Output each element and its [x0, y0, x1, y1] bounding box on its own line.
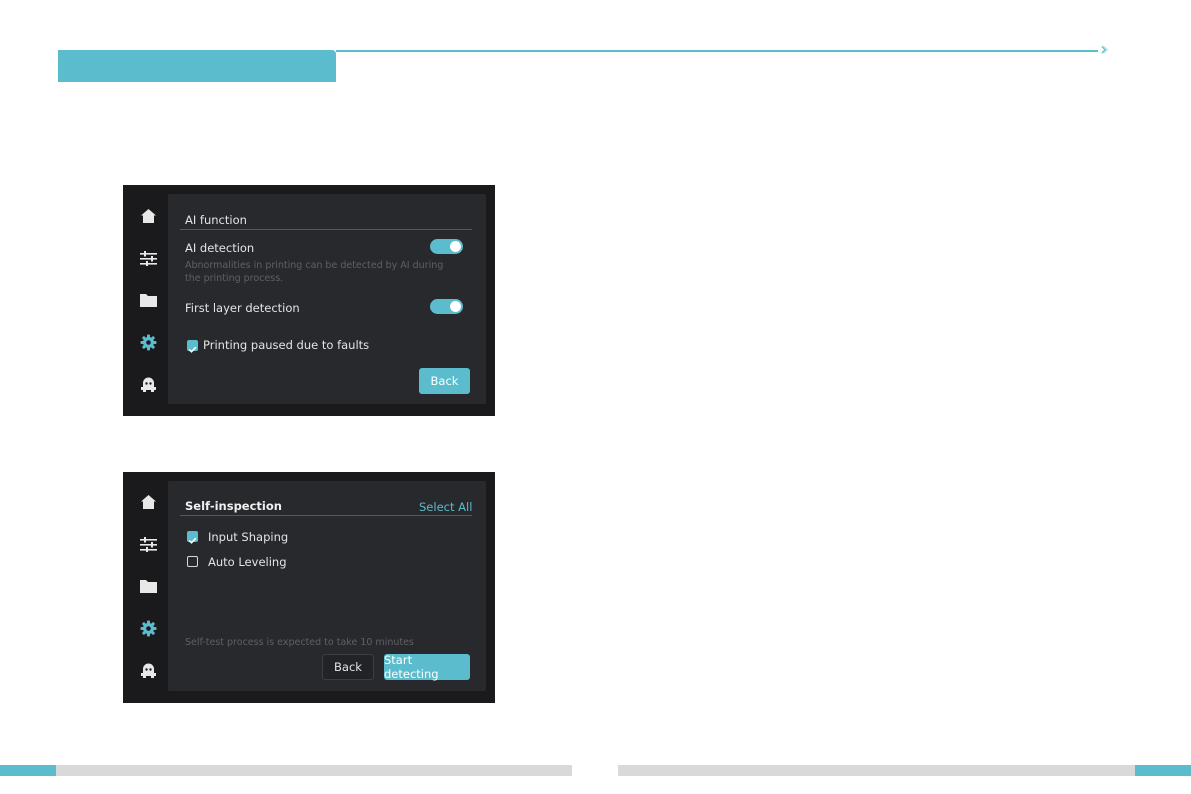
- pause-on-fault-label: Printing paused due to faults: [203, 338, 370, 352]
- ai-detection-toggle[interactable]: [430, 239, 463, 254]
- section-header-line: [336, 50, 1098, 52]
- self-inspection-panel: Self-inspection Select All Input Shaping…: [168, 481, 486, 691]
- footer-accent-left: [0, 765, 56, 776]
- duration-note: Self-test process is expected to take 10…: [185, 637, 414, 648]
- first-layer-detection-toggle[interactable]: [430, 299, 463, 314]
- self-inspection-screen: Self-inspection Select All Input Shaping…: [123, 472, 495, 703]
- pause-on-fault-checkbox[interactable]: [187, 340, 198, 353]
- start-detecting-button[interactable]: Start detecting: [384, 653, 470, 681]
- sliders-icon[interactable]: [139, 535, 157, 553]
- gear-icon[interactable]: [139, 333, 157, 351]
- ai-function-panel: AI function AI detection Abnormalities i…: [168, 194, 486, 404]
- auto-leveling-checkbox[interactable]: [187, 556, 198, 567]
- gear-icon[interactable]: [139, 619, 157, 637]
- title-divider: [180, 229, 472, 230]
- robot-icon[interactable]: [139, 661, 157, 679]
- input-shaping-label: Input Shaping: [208, 530, 289, 544]
- footer-bar-left: [56, 765, 572, 776]
- ai-detection-description: Abnormalities in printing can be detecte…: [185, 260, 444, 284]
- back-button[interactable]: Back: [419, 368, 470, 394]
- home-icon[interactable]: [139, 493, 157, 511]
- title-divider: [180, 515, 472, 516]
- first-layer-detection-label: First layer detection: [185, 301, 300, 315]
- sidebar: [123, 472, 167, 703]
- section-header-tab: [58, 50, 336, 82]
- select-all-link[interactable]: Select All: [419, 500, 472, 514]
- robot-icon[interactable]: [139, 375, 157, 393]
- chevrons-right-icon: ›››: [1100, 39, 1111, 60]
- ai-function-screen: AI function AI detection Abnormalities i…: [123, 185, 495, 416]
- sliders-icon[interactable]: [139, 249, 157, 267]
- footer-accent-right: [1135, 765, 1191, 776]
- sidebar: [123, 185, 167, 416]
- folder-icon[interactable]: [139, 291, 157, 309]
- ai-detection-label: AI detection: [185, 241, 255, 255]
- footer-bar-right: [618, 765, 1135, 776]
- page-title: AI function: [185, 213, 247, 227]
- back-button[interactable]: Back: [322, 654, 374, 680]
- input-shaping-checkbox[interactable]: [187, 531, 198, 544]
- auto-leveling-label: Auto Leveling: [208, 555, 287, 569]
- page-title: Self-inspection: [185, 499, 282, 513]
- folder-icon[interactable]: [139, 577, 157, 595]
- home-icon[interactable]: [139, 207, 157, 225]
